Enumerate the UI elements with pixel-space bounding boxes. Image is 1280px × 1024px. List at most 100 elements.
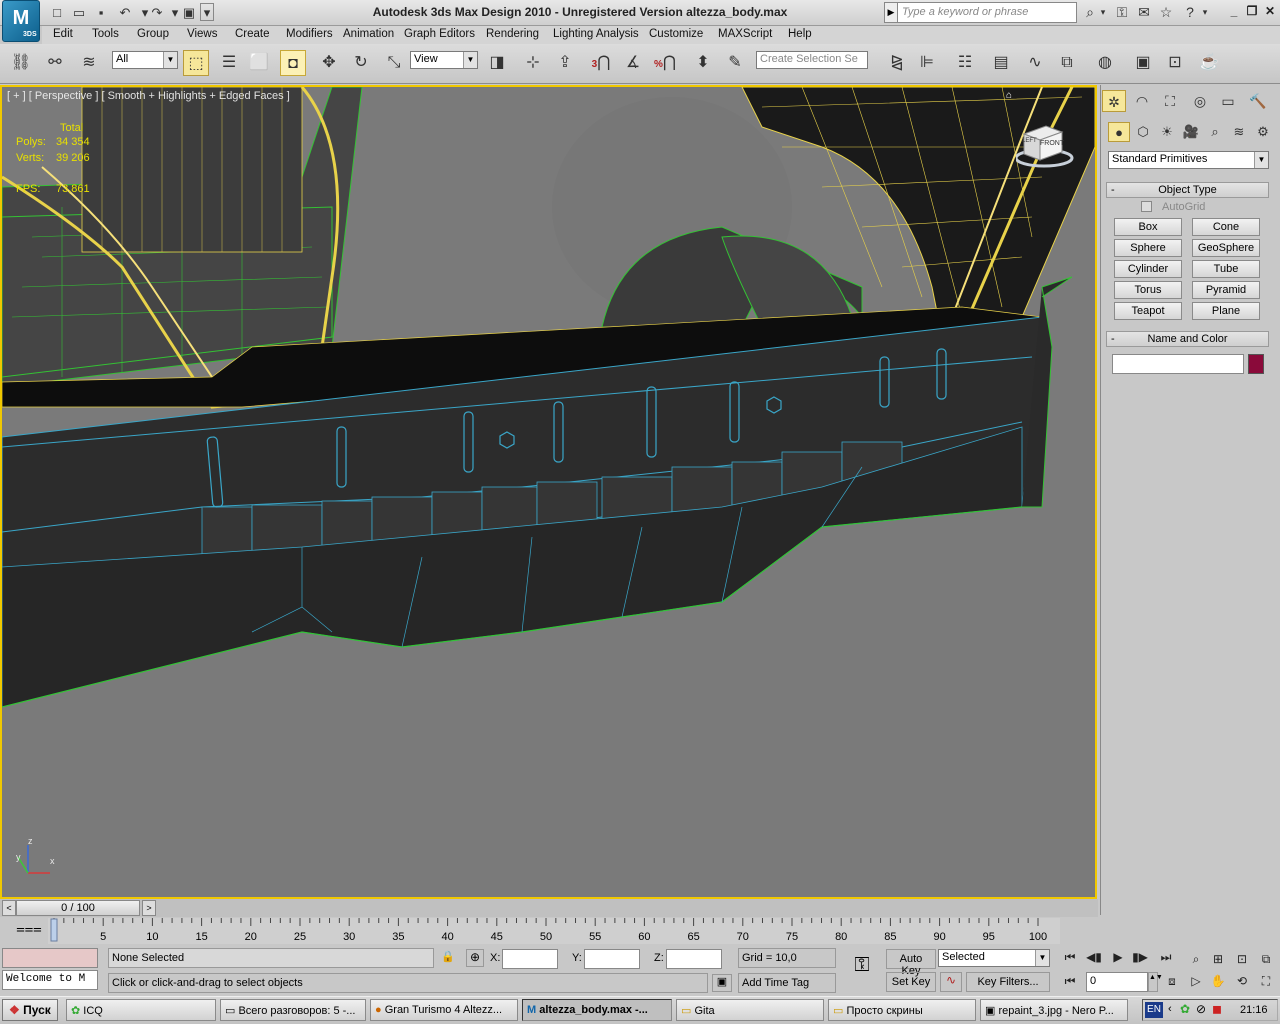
reference-coordinate-dropdown[interactable]: View ▼ xyxy=(410,51,478,69)
y-coordinate-input[interactable] xyxy=(584,949,640,969)
menu-tools[interactable]: Tools xyxy=(92,28,119,40)
current-frame-input[interactable]: 0 xyxy=(1086,972,1148,992)
edit-named-selection-sets-icon[interactable]: ✎ xyxy=(722,50,748,76)
utilities-tab-icon[interactable]: 🔨 xyxy=(1246,90,1270,112)
search-input[interactable]: Type a keyword or phrase xyxy=(897,2,1077,23)
zoom-icon[interactable]: ⌕ xyxy=(1186,950,1206,968)
curve-editor-icon[interactable]: ∿ xyxy=(1022,50,1048,76)
time-configuration-icon[interactable]: ⧈ xyxy=(1162,972,1182,990)
select-by-name-icon[interactable]: ☰ xyxy=(216,50,242,76)
menu-lighting-analysis[interactable]: Lighting Analysis xyxy=(553,28,639,40)
search-dropdown-icon[interactable]: ▾ xyxy=(1098,3,1108,22)
select-and-manipulate-icon[interactable]: ⊹ xyxy=(520,50,546,76)
set-key-icon[interactable]: ⚿ xyxy=(844,954,880,984)
key-filters-button[interactable]: Key Filters... xyxy=(966,972,1050,992)
graphite-modeling-tools-icon[interactable]: ▤ xyxy=(988,50,1014,76)
auto-key-button[interactable]: Auto Key xyxy=(886,949,936,977)
unlink-selection-icon[interactable]: ⚯ xyxy=(42,50,68,76)
geosphere-button[interactable]: GeoSphere xyxy=(1192,239,1260,257)
zoom-all-icon[interactable]: ⊞ xyxy=(1208,950,1228,968)
autogrid-checkbox[interactable] xyxy=(1141,201,1152,212)
plane-button[interactable]: Plane xyxy=(1192,302,1260,320)
select-and-scale-icon[interactable]: ⤡ xyxy=(381,50,407,76)
key-mode-dropdown[interactable]: Selected ▼ xyxy=(938,949,1050,967)
favorites-star-icon[interactable]: ☆ xyxy=(1156,3,1176,22)
torus-button[interactable]: Torus xyxy=(1114,281,1182,299)
viewport-home-icon[interactable]: ⌂ xyxy=(1006,90,1012,101)
tray-app-icon[interactable]: ◼ xyxy=(1212,1002,1222,1016)
select-and-link-icon[interactable]: ⛓ xyxy=(8,50,34,76)
cameras-category-icon[interactable]: 🎥 xyxy=(1180,122,1202,142)
pan-view-icon[interactable]: ✋ xyxy=(1208,972,1228,990)
x-coordinate-input[interactable] xyxy=(502,949,558,969)
restore-icon[interactable]: ❐ xyxy=(1244,4,1260,20)
rectangular-selection-region-icon[interactable]: ⬜ xyxy=(246,50,272,76)
next-frame-icon[interactable]: ▮▶ xyxy=(1130,948,1150,966)
help-dropdown-icon[interactable]: ▾ xyxy=(1200,3,1210,22)
hierarchy-tab-icon[interactable]: ⛶ xyxy=(1158,90,1182,112)
redo-icon[interactable]: ↷ xyxy=(148,3,166,21)
maxscript-mini-listener[interactable]: Welcome to M xyxy=(2,970,98,990)
frame-spinner-icon[interactable]: ▲▼ xyxy=(1148,972,1163,992)
task-3dsmax[interactable]: M altezza_body.max -... xyxy=(522,999,672,1021)
absolute-relative-transform-icon[interactable]: ⊕ xyxy=(466,949,484,967)
time-slider-thumb[interactable]: 0 / 100 xyxy=(16,900,140,916)
play-icon[interactable]: ▶ xyxy=(1108,948,1128,966)
window-crossing-toggle-icon[interactable]: ◘ xyxy=(280,50,306,76)
menu-create[interactable]: Create xyxy=(235,28,270,40)
box-button[interactable]: Box xyxy=(1114,218,1182,236)
select-object-icon[interactable]: ⬚ xyxy=(183,50,209,76)
zoom-extents-icon[interactable]: ⊡ xyxy=(1232,950,1252,968)
helpers-category-icon[interactable]: ⌕ xyxy=(1204,122,1226,142)
add-time-tag-button[interactable]: Add Time Tag xyxy=(738,973,836,993)
align-icon[interactable]: ⊫ xyxy=(914,50,940,76)
tray-arrow-icon[interactable]: ‹ xyxy=(1168,1003,1172,1015)
geometry-category-icon[interactable]: ● xyxy=(1108,122,1130,142)
minimize-icon[interactable]: _ xyxy=(1226,4,1242,20)
viewport-label[interactable]: [ + ] [ Perspective ] [ Smooth + Highlig… xyxy=(7,90,290,102)
app-logo-button[interactable]: M 3DS xyxy=(2,0,40,42)
maximize-viewport-icon[interactable]: ⛶ xyxy=(1256,972,1276,990)
shapes-category-icon[interactable]: ⬡ xyxy=(1132,122,1154,142)
spinner-snap-toggle-icon[interactable]: ⬍ xyxy=(690,50,716,76)
create-tab-icon[interactable]: ✲ xyxy=(1102,90,1126,112)
bind-to-space-warp-icon[interactable]: ≋ xyxy=(76,50,102,76)
name-color-rollout-header[interactable]: - Name and Color xyxy=(1106,331,1269,347)
mirror-icon[interactable]: ⧎ xyxy=(884,50,910,76)
cone-button[interactable]: Cone xyxy=(1192,218,1260,236)
object-color-swatch[interactable] xyxy=(1248,354,1264,374)
rendered-frame-window-icon[interactable]: ⊡ xyxy=(1162,50,1188,76)
layer-manager-icon[interactable]: ☷ xyxy=(952,50,978,76)
menu-views[interactable]: Views xyxy=(187,28,217,40)
space-warps-category-icon[interactable]: ≋ xyxy=(1228,122,1250,142)
menu-graph-editors[interactable]: Graph Editors xyxy=(404,28,475,40)
field-of-view-icon[interactable]: ▷ xyxy=(1186,972,1206,990)
modify-tab-icon[interactable]: ◠ xyxy=(1130,90,1154,112)
material-editor-icon[interactable]: ◍ xyxy=(1092,50,1118,76)
use-pivot-point-center-icon[interactable]: ◨ xyxy=(484,50,510,76)
default-tangent-icon[interactable]: ∿ xyxy=(940,972,962,992)
binoculars-icon[interactable]: ⌕ xyxy=(1080,3,1100,22)
save-file-icon[interactable]: ▪ xyxy=(92,3,110,21)
menu-help[interactable]: Help xyxy=(788,28,812,40)
maxscript-mini-listener-top[interactable] xyxy=(2,948,98,968)
pyramid-button[interactable]: Pyramid xyxy=(1192,281,1260,299)
select-and-move-icon[interactable]: ✥ xyxy=(316,50,342,76)
task-icq[interactable]: ✿ ICQ xyxy=(66,999,216,1021)
previous-frame-icon[interactable]: ◀▮ xyxy=(1084,948,1104,966)
trackbar-ruler[interactable]: 0510152025303540455055606570758085909510… xyxy=(48,918,1060,944)
menu-rendering[interactable]: Rendering xyxy=(486,28,539,40)
selection-lock-icon[interactable]: 🔒 xyxy=(440,950,456,966)
communication-center-icon[interactable]: ✉ xyxy=(1134,3,1154,22)
motion-tab-icon[interactable]: ◎ xyxy=(1188,90,1212,112)
task-folder-screens[interactable]: ▭ Просто скрины xyxy=(828,999,976,1021)
lights-category-icon[interactable]: ☀ xyxy=(1156,122,1178,142)
search-nav-arrow-icon[interactable]: ▶ xyxy=(884,2,898,23)
task-folder-gita[interactable]: ▭ Gita xyxy=(676,999,824,1021)
select-and-rotate-icon[interactable]: ↻ xyxy=(348,50,374,76)
task-firefox[interactable]: ● Gran Turismo 4 Altezz... xyxy=(370,999,518,1021)
teapot-button[interactable]: Teapot xyxy=(1114,302,1182,320)
subscription-center-icon[interactable]: ⚿ xyxy=(1112,3,1132,22)
zoom-extents-all-icon[interactable]: ⧉ xyxy=(1256,950,1276,968)
orbit-icon[interactable]: ⟲ xyxy=(1232,972,1252,990)
